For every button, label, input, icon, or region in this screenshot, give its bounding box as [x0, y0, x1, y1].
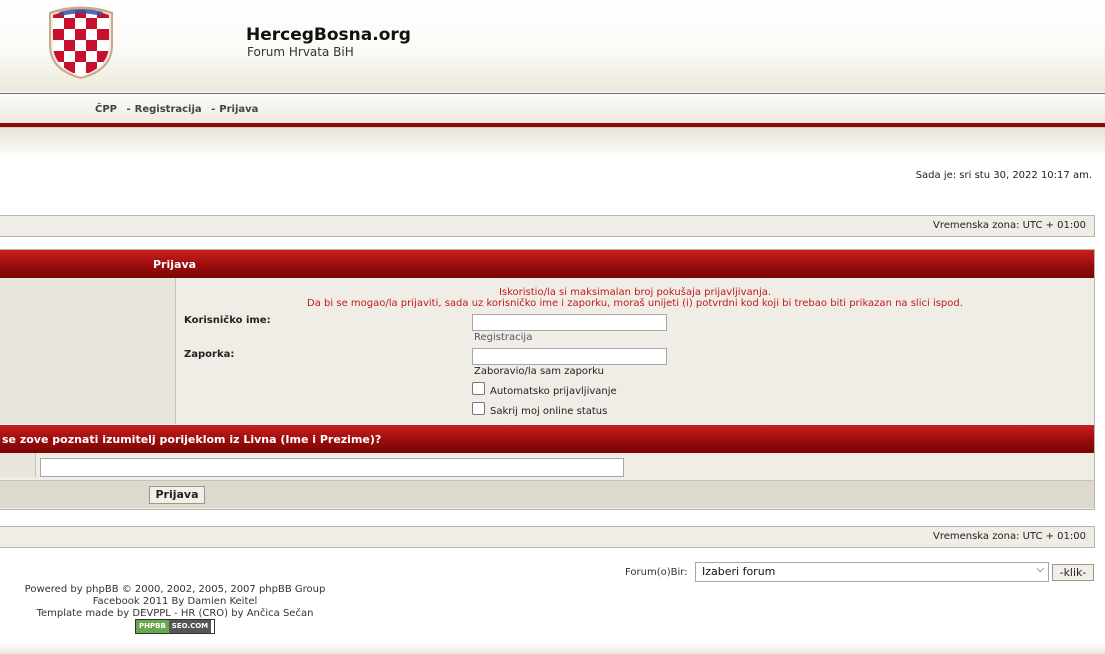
- forum-jump-label: Forum(o)Bir:: [625, 567, 688, 578]
- nav-links: ČPP - Registracija - Prijava: [95, 104, 258, 115]
- question-left-cell: [0, 453, 36, 477]
- auto-login-label: Automatsko prijavljivanje: [490, 386, 617, 397]
- chevron-down-icon: ⌵: [1036, 564, 1044, 575]
- nav-login-link[interactable]: Prijava: [219, 104, 258, 115]
- hide-status-checkbox[interactable]: [472, 402, 485, 415]
- site-subtitle: Forum Hrvata BiH: [247, 45, 354, 59]
- current-time: Sada je: sri stu 30, 2022 10:17 am.: [915, 170, 1092, 181]
- nav-faq-link[interactable]: ČPP: [95, 104, 117, 115]
- error-message-line2: Da bi se mogao/la prijaviti, sada uz kor…: [307, 298, 963, 309]
- forum-jump-button[interactable]: -klik-: [1052, 564, 1094, 581]
- login-left-cell: [0, 278, 176, 424]
- header-shade: [0, 128, 1105, 158]
- forgot-password-link[interactable]: Zaboravio/la sam zaporku: [474, 366, 604, 377]
- error-message-line1: Iskoristio/la si maksimalan broj pokušaj…: [498, 287, 772, 298]
- password-label: Zaporka:: [184, 349, 235, 360]
- nav-separator: -: [126, 104, 131, 115]
- forum-jump-select[interactable]: Izaberi forum ⌵: [695, 562, 1049, 582]
- checkerboard-shield-icon[interactable]: [45, 3, 117, 79]
- login-panel-header: Prijava: [0, 250, 1094, 278]
- register-link[interactable]: Registracija: [474, 332, 532, 343]
- credits-line-facebook: Facebook 2011 By Damien Keitel: [92, 596, 258, 607]
- question-header: se zove poznati izumitelj porijeklom iz …: [0, 425, 1094, 453]
- phpbb-seo-badge[interactable]: PHPBB SEO.COM: [135, 619, 215, 634]
- hide-status-label: Sakrij moj online status: [490, 406, 608, 417]
- auto-login-checkbox[interactable]: [472, 382, 485, 395]
- security-question: se zove poznati izumitelj porijeklom iz …: [2, 433, 382, 446]
- forum-jump-value: Izaberi forum: [702, 565, 776, 578]
- password-input[interactable]: [472, 348, 667, 365]
- badge-left-text: PHPBB: [136, 620, 169, 633]
- site-title: HercegBosna.org: [246, 25, 411, 45]
- timezone-text: Vremenska zona: UTC + 01:00: [932, 531, 1086, 542]
- timezone-bar-bottom: Vremenska zona: UTC + 01:00: [0, 526, 1095, 548]
- site-header: HercegBosna.org Forum Hrvata BiH: [0, 0, 1105, 92]
- username-input[interactable]: [472, 314, 667, 331]
- username-label: Korisničko ime:: [184, 315, 271, 326]
- login-panel-title: Prijava: [153, 258, 197, 271]
- answer-input[interactable]: [40, 458, 624, 477]
- badge-right-text: SEO.COM: [168, 620, 212, 633]
- timezone-bar-top: Vremenska zona: UTC + 01:00: [0, 215, 1095, 237]
- footer-credits: Powered by phpBB © 2000, 2002, 2005, 200…: [0, 584, 350, 620]
- nav-register-link[interactable]: Registracija: [135, 104, 202, 115]
- nav-separator: -: [211, 104, 216, 115]
- login-submit-button[interactable]: Prijava: [149, 486, 205, 504]
- credits-line-phpbb: Powered by phpBB © 2000, 2002, 2005, 200…: [24, 584, 326, 595]
- footer-shade: [0, 642, 1105, 654]
- timezone-text: Vremenska zona: UTC + 01:00: [932, 220, 1086, 231]
- navbar: ČPP - Registracija - Prijava: [0, 93, 1105, 124]
